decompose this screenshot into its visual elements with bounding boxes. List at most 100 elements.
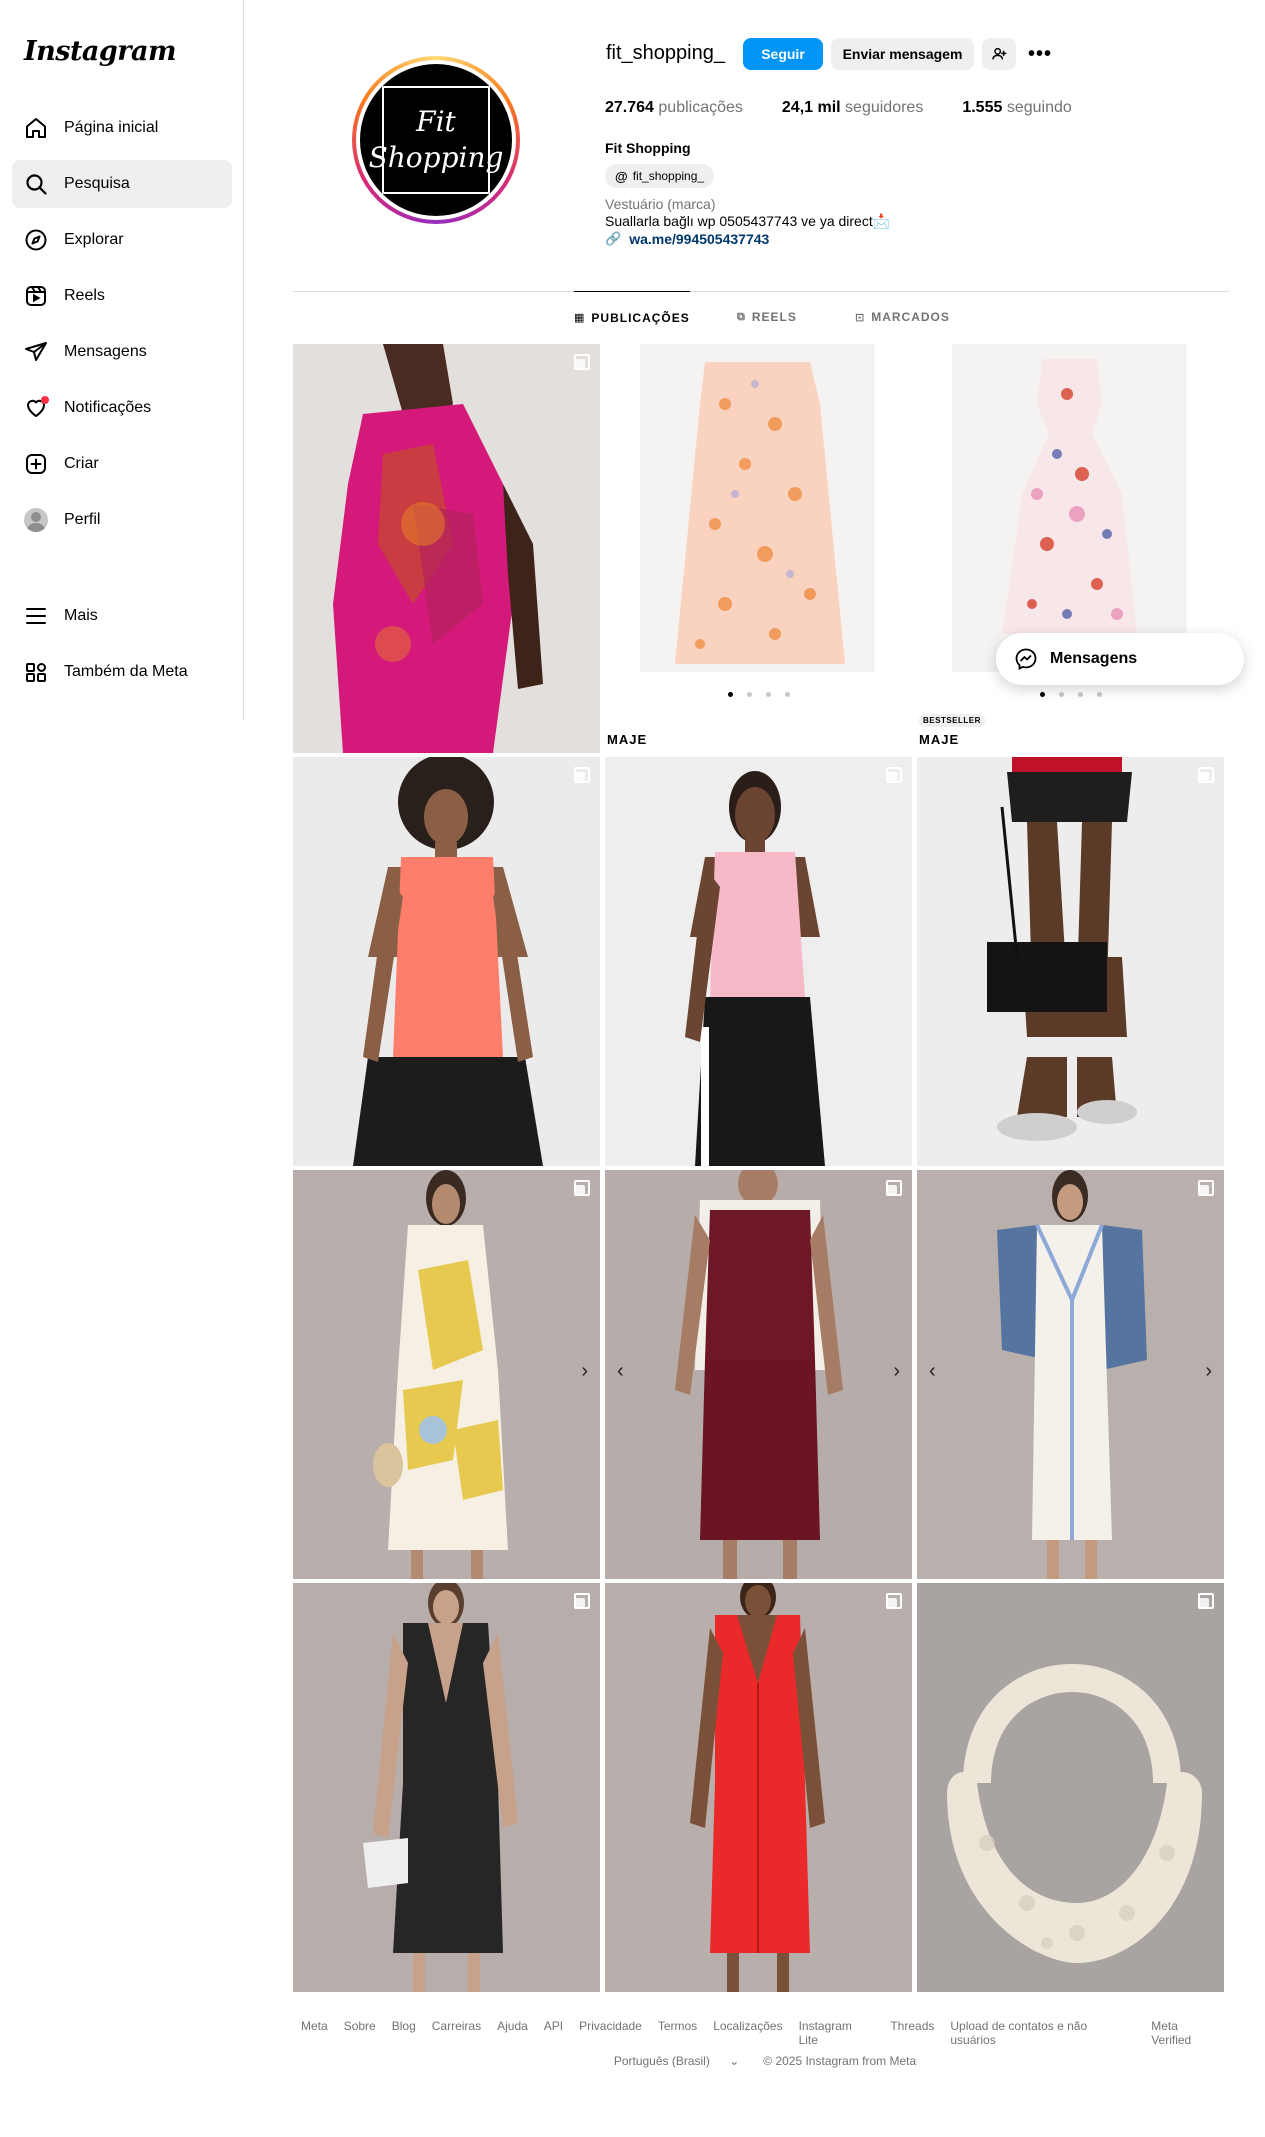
reels-icon (24, 284, 48, 308)
floating-messages-button[interactable]: Mensagens (996, 633, 1244, 685)
sidebar-item-messages[interactable]: Mensagens (12, 328, 232, 376)
post-image (675, 1170, 843, 1579)
sidebar-item-label: Perfil (64, 511, 101, 528)
threads-badge[interactable]: @ fit_shopping_ (605, 164, 715, 188)
language-selector[interactable]: Português (Brasil) ⌄ (606, 2054, 747, 2068)
suggested-accounts-button[interactable] (982, 38, 1016, 70)
profile-category: Vestuário (marca) (605, 196, 716, 212)
post-image (363, 1583, 518, 1992)
threads-handle: fit_shopping_ (632, 169, 705, 183)
footer-link[interactable]: Instagram Lite (799, 2019, 875, 2047)
post-tile[interactable] (293, 757, 600, 1166)
profile-link-text: wa.me/994505437743 (629, 231, 770, 247)
sidebar-item-label: Reels (64, 287, 105, 304)
footer-links: Meta Sobre Blog Carreiras Ajuda API Priv… (293, 2019, 1229, 2047)
tab-label: REELS (751, 310, 797, 324)
footer-link[interactable]: Carreiras (432, 2019, 481, 2047)
post-image (333, 344, 543, 753)
footer-link[interactable]: Localizações (713, 2019, 782, 2047)
post-tile[interactable] (605, 1583, 912, 1992)
next-arrow[interactable]: › (1205, 1360, 1212, 1383)
paper-plane-icon (24, 340, 48, 364)
copyright: © 2025 Instagram from Meta (763, 2054, 917, 2068)
next-arrow[interactable]: › (893, 1360, 900, 1383)
footer-link[interactable]: Meta Verified (1151, 2019, 1221, 2047)
sidebar-item-notifications[interactable]: Notificações (12, 384, 232, 432)
post-tile[interactable]: MAJE (605, 344, 912, 753)
footer-link[interactable]: Meta (301, 2019, 328, 2047)
profile-full-name: Fit Shopping (605, 140, 691, 156)
carousel-icon (574, 1593, 590, 1609)
add-person-icon (992, 47, 1007, 60)
profile-logo-line1: Fit (416, 105, 456, 138)
post-tile[interactable] (605, 757, 912, 1166)
tab-reels[interactable]: ⧉ REELS (737, 291, 797, 343)
tagged-icon: ⊡ (855, 311, 866, 324)
post-tile[interactable] (293, 1583, 600, 1992)
followers-count[interactable]: 24,1 mil seguidores (782, 99, 923, 117)
footer-link[interactable]: Ajuda (497, 2019, 528, 2047)
prev-arrow[interactable]: ‹ (617, 1360, 624, 1383)
post-tile[interactable]: BESTSELLER MAJE (917, 344, 1224, 753)
profile-picture-logo: Fit Shopping (369, 104, 504, 176)
sidebar-item-reels[interactable]: Reels (12, 272, 232, 320)
profile-picture-border: Fit Shopping (356, 60, 516, 220)
post-tile[interactable] (293, 344, 600, 753)
threads-icon: @ (615, 168, 628, 184)
footer-link[interactable]: Threads (890, 2019, 934, 2047)
post-image (987, 757, 1137, 1141)
profile-logo-line2: Shopping (368, 141, 504, 174)
plus-square-icon (24, 452, 48, 476)
options-button[interactable]: ••• (1024, 38, 1056, 70)
footer-link[interactable]: Sobre (344, 2019, 376, 2047)
prev-arrow[interactable]: ‹ (929, 1360, 936, 1383)
sidebar: Instagram Página inicial Pesquisa Explor… (0, 0, 244, 720)
carousel-icon (574, 767, 590, 783)
next-arrow[interactable]: › (581, 1360, 588, 1383)
profile-picture[interactable]: Fit Shopping (352, 56, 520, 224)
instagram-logo[interactable]: Instagram (24, 36, 177, 67)
following-count-value: 1.555 (962, 99, 1003, 116)
footer-link[interactable]: Blog (392, 2019, 416, 2047)
send-message-button[interactable]: Enviar mensagem (831, 38, 974, 70)
menu-icon (24, 604, 48, 628)
followers-count-value: 24,1 mil (781, 99, 841, 116)
footer-link[interactable]: Termos (658, 2019, 697, 2047)
posts-count-label: publicações (658, 99, 743, 116)
heart-icon (24, 396, 49, 420)
sidebar-item-home[interactable]: Página inicial (12, 104, 232, 152)
sidebar-item-label: Também da Meta (64, 663, 188, 680)
brand-label: MAJE (607, 732, 648, 747)
sidebar-item-more[interactable]: Mais (12, 592, 232, 640)
sidebar-item-create[interactable]: Criar (12, 440, 232, 488)
post-tile[interactable] (917, 757, 1224, 1166)
following-count[interactable]: 1.555 seguindo (962, 99, 1071, 117)
bestseller-badge: BESTSELLER (919, 714, 985, 727)
tab-posts[interactable]: ▦ PUBLICAÇÕES (574, 291, 690, 343)
footer-link[interactable]: Upload de contatos e não usuários (950, 2019, 1135, 2047)
sidebar-item-label: Notificações (64, 399, 152, 416)
follow-button[interactable]: Seguir (743, 38, 823, 70)
sidebar-item-also-from-meta[interactable]: Também da Meta (12, 648, 232, 696)
sidebar-item-search[interactable]: Pesquisa (12, 160, 232, 208)
footer-link[interactable]: API (544, 2019, 563, 2047)
following-count-label: seguindo (1006, 99, 1072, 116)
profile-stats: 27.764 publicações 24,1 mil seguidores 1… (605, 99, 1111, 117)
sidebar-item-label: Mensagens (64, 343, 147, 360)
post-tile[interactable]: ‹ › (605, 1170, 912, 1579)
sidebar-item-profile[interactable]: Perfil (12, 496, 232, 544)
tab-tagged[interactable]: ⊡ MARCADOS (855, 291, 950, 343)
post-image (947, 1664, 1202, 1963)
sidebar-item-explore[interactable]: Explorar (12, 216, 232, 264)
post-tile[interactable] (917, 1583, 1224, 1992)
carousel-icon (574, 1180, 590, 1196)
reels-icon: ⧉ (737, 310, 746, 323)
post-tile[interactable]: › (293, 1170, 600, 1579)
profile-link[interactable]: 🔗 wa.me/994505437743 (605, 231, 769, 247)
post-tile[interactable]: ‹ › (917, 1170, 1224, 1579)
compass-icon (24, 228, 48, 252)
footer-link[interactable]: Privacidade (579, 2019, 642, 2047)
carousel-icon (1198, 1593, 1214, 1609)
post-image (373, 1170, 508, 1579)
tab-label: MARCADOS (871, 310, 950, 324)
